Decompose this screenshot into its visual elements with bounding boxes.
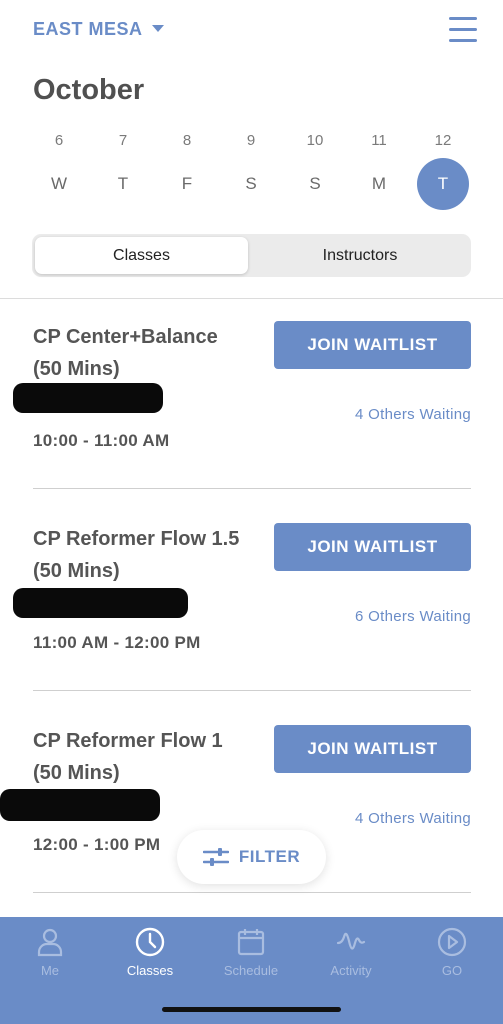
month-title: October [33,74,145,106]
activity-wave-icon [336,932,366,950]
class-title: CP Reformer Flow 1 (50 Mins) [33,725,263,789]
class-duration: (50 Mins) [33,560,120,582]
divider [33,690,471,691]
class-time: 12:00 - 1:00 PM [33,835,161,854]
tab-label: Activity [330,963,372,978]
home-indicator [162,1007,341,1012]
tab-classes[interactable]: Classes [35,237,248,274]
day-number: 10 [306,132,324,149]
join-waitlist-button[interactable]: JOIN WAITLIST [274,321,471,369]
tab-activity[interactable]: Activity [311,927,391,987]
day-letter: T [117,174,129,193]
day-number: 12 [434,132,452,149]
class-title: CP Reformer Flow 1.5 (50 Mins) [33,523,268,587]
day-letter: T [417,158,469,210]
day-1[interactable]: 7 T [95,128,151,214]
join-waitlist-button[interactable]: JOIN WAITLIST [274,523,471,571]
filter-button[interactable]: FILTER [177,830,326,884]
tab-instructors[interactable]: Instructors [252,237,468,274]
class-duration: (50 Mins) [33,358,120,380]
divider [33,488,471,489]
class-name: CP Center+Balance [33,326,218,348]
hamburger-menu-icon[interactable] [449,16,477,44]
play-circle-icon [437,927,467,957]
redacted-instructor [0,789,160,821]
waiting-count: 4 Others Waiting [355,406,471,423]
week-strip: 6 W 7 T 8 F 9 S 10 S 11 M 12 T [26,128,486,214]
tab-label: Me [40,963,60,978]
caret-down-icon [151,24,164,32]
tab-go[interactable]: GO [412,927,492,987]
join-waitlist-button[interactable]: JOIN WAITLIST [274,725,471,773]
day-letter: F [181,174,193,193]
person-icon [37,928,63,957]
day-number: 7 [118,132,128,149]
waiting-count: 4 Others Waiting [355,810,471,827]
class-name: CP Reformer Flow 1 [33,730,223,752]
class-card: CP Center+Balance (50 Mins) 10:00 - 11:0… [13,299,471,489]
class-time: 11:00 AM - 12:00 PM [33,633,201,652]
day-number: 8 [182,132,192,149]
view-segmented-control: Classes Instructors [32,234,471,277]
clock-icon [135,927,165,957]
day-0[interactable]: 6 W [31,128,87,214]
redacted-instructor [13,383,163,413]
tab-classes-nav[interactable]: Classes [110,927,190,987]
tab-schedule[interactable]: Schedule [211,927,291,987]
tab-label: Classes [126,963,174,978]
tab-label: Schedule [223,963,279,978]
day-4[interactable]: 10 S [287,128,343,214]
tab-label: GO [441,963,463,978]
day-number: 9 [246,132,256,149]
location-selector[interactable]: EAST MESA [33,19,164,40]
day-2[interactable]: 8 F [159,128,215,214]
day-number: 6 [54,132,64,149]
class-title: CP Center+Balance (50 Mins) [33,321,263,385]
day-6-selected[interactable]: 12 T [415,128,471,214]
top-bar: EAST MESA [0,0,503,60]
day-letter: S [245,174,257,193]
class-card: CP Reformer Flow 1.5 (50 Mins) 11:00 AM … [13,501,471,691]
day-5[interactable]: 11 M [351,128,407,214]
day-number: 11 [371,132,387,149]
filter-label: FILTER [238,847,301,866]
divider [33,892,471,893]
day-letter: W [50,174,68,193]
day-letter: S [309,174,321,193]
day-letter: M [371,174,387,193]
tab-me[interactable]: Me [10,927,90,987]
sliders-icon [202,848,229,866]
redacted-instructor [13,588,188,618]
location-label: EAST MESA [33,19,143,39]
class-duration: (50 Mins) [33,762,120,784]
class-name: CP Reformer Flow 1.5 [33,528,240,550]
calendar-icon [237,929,265,956]
day-3[interactable]: 9 S [223,128,279,214]
class-time: 10:00 - 11:00 AM [33,431,170,450]
waiting-count: 6 Others Waiting [355,608,471,625]
